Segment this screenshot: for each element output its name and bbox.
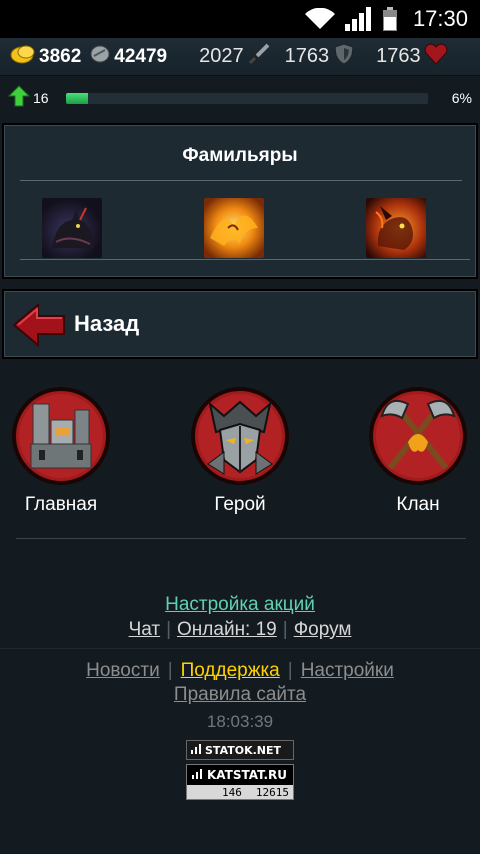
attack-value: 2027 (199, 45, 244, 67)
familiars-panel: Фамильяры (2, 123, 478, 279)
promo-links-row: Настройка акций (0, 594, 480, 616)
rules-links-row: Правила сайта (0, 684, 480, 706)
promo-settings-link[interactable]: Настройка акций (165, 594, 315, 615)
crossed-axes-icon (368, 386, 468, 486)
support-link[interactable]: Поддержка (181, 660, 280, 681)
attack-stat: 2027 (199, 42, 271, 72)
katstat-counter[interactable]: KATSTAT.RU 146 12615 (186, 764, 294, 800)
silver-icon (89, 44, 111, 70)
xp-percent: 6% (451, 90, 472, 106)
separator: | (282, 619, 288, 640)
familiars-divider-top (20, 180, 462, 181)
black-cat-familiar[interactable] (42, 198, 102, 258)
gold-icon (10, 44, 36, 70)
battery-icon (382, 7, 397, 31)
familiars-divider-bottom (20, 259, 470, 260)
counter-value-2: 12615 (255, 785, 289, 799)
site-rules-link[interactable]: Правила сайта (174, 684, 306, 705)
community-links-row: Чат | Онлайн: 19 | Форум (0, 619, 480, 641)
defense-value: 1763 (284, 45, 330, 67)
heart-icon (424, 43, 448, 71)
statok-counter[interactable]: STATOK.NET (186, 740, 294, 760)
online-link[interactable]: Онлайн: 19 (177, 619, 277, 640)
helmet-icon (190, 386, 290, 486)
footer-links-row: Новости | Поддержка | Настройки (0, 660, 480, 682)
server-time: 18:03:39 (206, 712, 274, 731)
back-label: Назад (74, 311, 140, 336)
bar-chart-icon (191, 743, 201, 757)
nav-home-label: Главная (24, 494, 98, 515)
level-value: 16 (33, 90, 49, 106)
forum-link[interactable]: Форум (294, 619, 352, 640)
statok-label: STATOK.NET (205, 743, 282, 757)
shield-icon (332, 42, 356, 72)
level-bar: 16 6% (0, 80, 480, 116)
nav-hero[interactable]: Герой (185, 386, 295, 516)
bar-chart-icon (192, 768, 202, 782)
signal-icon (344, 7, 373, 31)
fire-phoenix-familiar[interactable] (204, 198, 264, 258)
fire-dragon-familiar[interactable] (366, 198, 426, 258)
resource-bar: 3862 42479 2027 1763 1763 (0, 38, 480, 76)
separator: | (287, 660, 293, 681)
nav-clan-label: Клан (396, 494, 440, 515)
separator: | (166, 619, 172, 640)
nav-home[interactable]: Главная (6, 386, 116, 516)
status-bar: 17:30 (0, 0, 480, 38)
health-stat: 1763 (376, 43, 448, 71)
clock-time: 17:30 (412, 6, 468, 31)
separator: | (167, 660, 173, 681)
familiars-title: Фамильяры (182, 145, 298, 166)
gold-resource: 3862 (10, 44, 81, 70)
footer-divider (0, 648, 480, 649)
nav-divider (16, 538, 466, 539)
sword-icon (247, 42, 271, 72)
back-button[interactable]: Назад (2, 289, 478, 359)
back-arrow-icon (10, 301, 68, 354)
health-value: 1763 (376, 45, 421, 67)
nav-hero-label: Герой (214, 494, 266, 515)
chat-link[interactable]: Чат (129, 619, 161, 640)
wifi-icon (304, 8, 335, 30)
xp-progress-bar (66, 93, 428, 104)
xp-progress-fill (66, 93, 88, 104)
silver-amount: 42479 (114, 45, 168, 67)
defense-stat: 1763 (285, 42, 357, 72)
katstat-label: KATSTAT.RU (207, 768, 287, 782)
nav-clan[interactable]: Клан (363, 386, 473, 516)
castle-icon (11, 386, 111, 486)
gold-amount: 3862 (39, 45, 82, 67)
level-up-arrow-icon (7, 84, 31, 112)
settings-link[interactable]: Настройки (301, 660, 394, 681)
counter-value-1: 146 (222, 785, 242, 799)
news-link[interactable]: Новости (86, 660, 160, 681)
silver-resource: 42479 (89, 44, 167, 70)
